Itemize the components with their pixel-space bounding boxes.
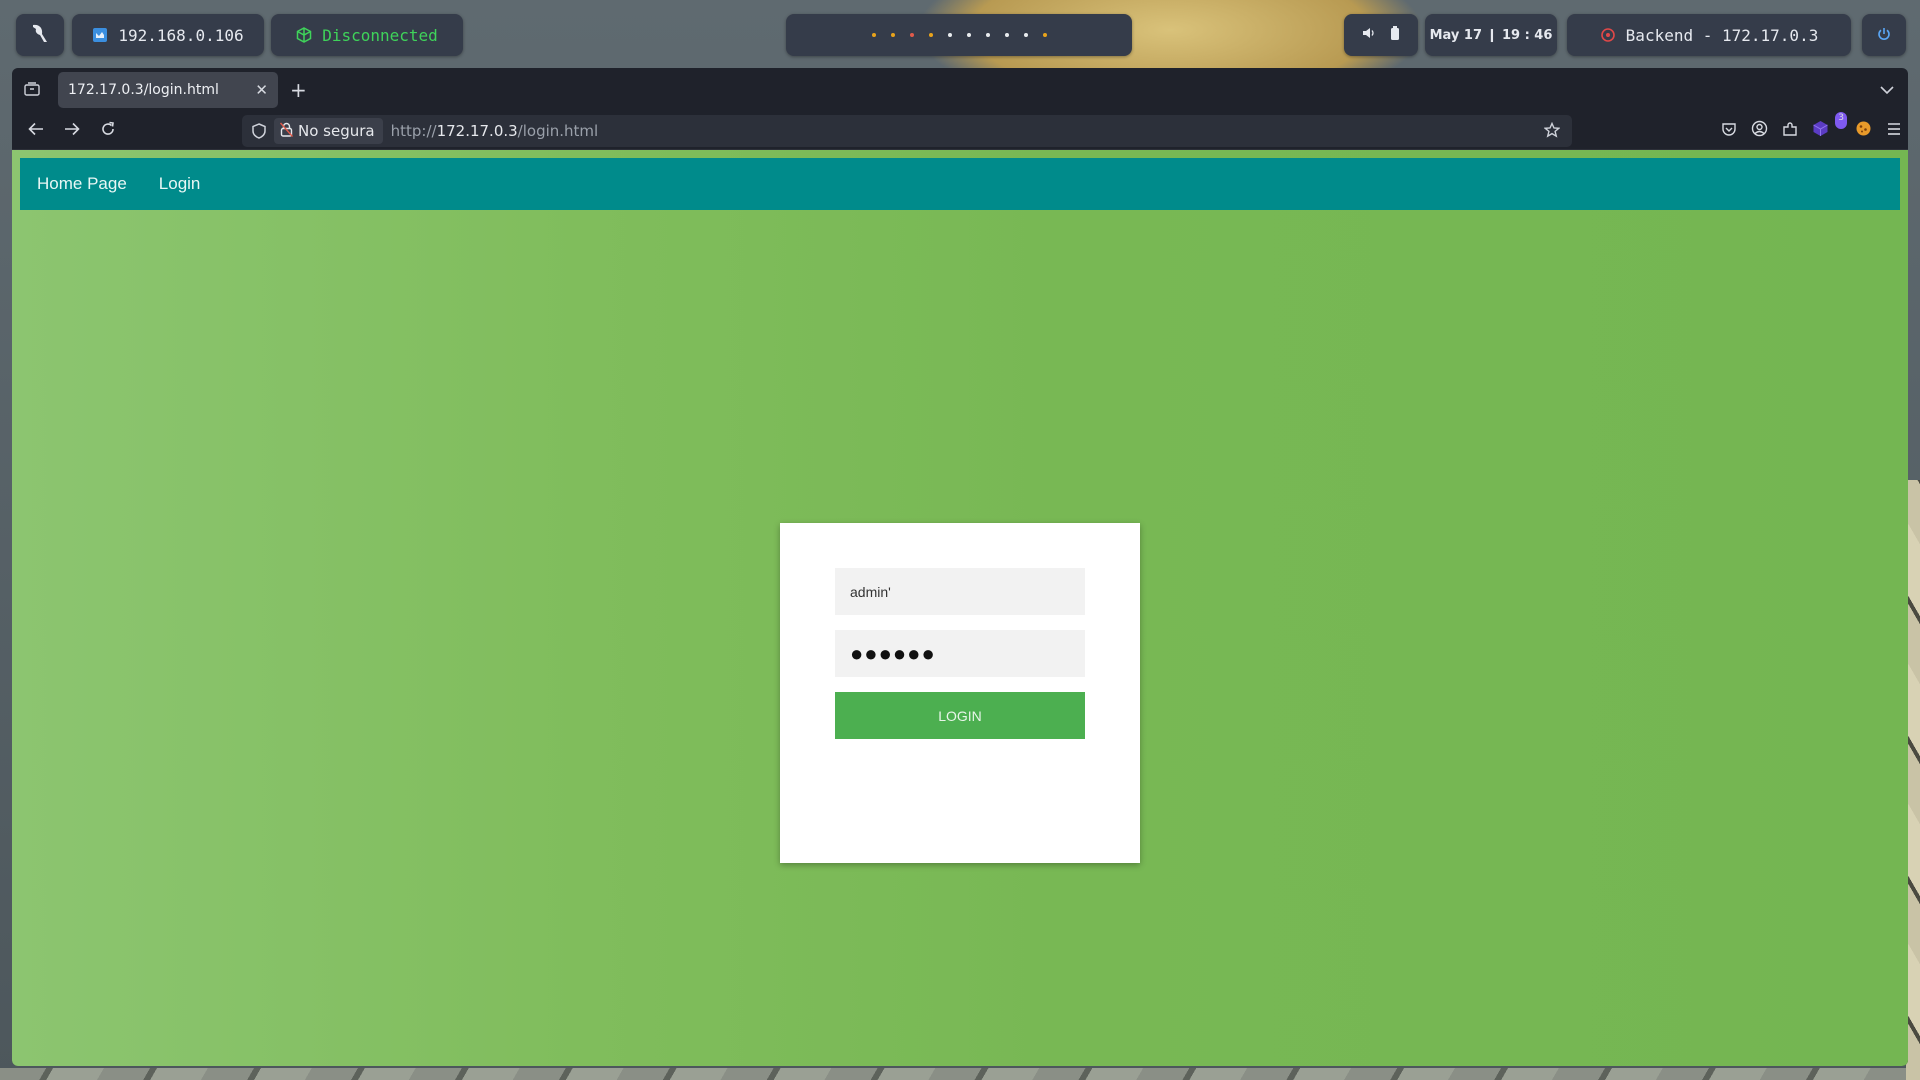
wallpaper-strip-right <box>1906 480 1920 1080</box>
bird-logo-icon <box>30 22 50 48</box>
navigation-toolbar: No segura http://172.17.0.3/login.html 3 <box>12 112 1908 150</box>
target-crosshair-icon <box>1600 27 1616 43</box>
account-icon[interactable] <box>1751 120 1768 137</box>
system-tray[interactable] <box>1344 14 1418 56</box>
new-tab-button[interactable]: + <box>290 78 307 102</box>
back-button[interactable] <box>18 121 54 140</box>
nav-link-login[interactable]: Login <box>159 174 201 194</box>
workspace-dot[interactable] <box>966 33 971 37</box>
workspace-dot[interactable] <box>928 33 933 37</box>
extension-cube-icon[interactable]: 3 <box>1812 112 1847 137</box>
ip-address-text: 192.168.0.106 <box>118 25 244 45</box>
site-security-indicator[interactable]: No segura <box>274 118 383 144</box>
target-widget[interactable]: Backend - 172.17.0.3 <box>1567 14 1851 56</box>
workspace-dot[interactable] <box>947 33 952 37</box>
power-button[interactable] <box>1862 14 1906 56</box>
site-navbar: Home Page Login <box>20 158 1900 210</box>
chevron-down-icon[interactable] <box>1880 80 1894 99</box>
workspace-dot[interactable] <box>909 33 914 37</box>
extension-badge: 3 <box>1835 112 1847 129</box>
ip-address-widget[interactable]: 192.168.0.106 <box>72 14 264 56</box>
pocket-icon[interactable] <box>1721 121 1737 137</box>
vpn-status-text: Disconnected <box>322 25 438 45</box>
arrow-left-icon <box>28 121 44 140</box>
url-host: 172.17.0.3 <box>436 122 518 140</box>
workspace-dot[interactable] <box>1023 33 1028 37</box>
cookie-extension-icon[interactable] <box>1855 120 1872 137</box>
tab-bar: 172.17.0.3/login.html ✕ + <box>12 68 1908 112</box>
wallpaper-strip <box>0 1068 1920 1080</box>
login-form-card: LOGIN <box>780 523 1140 863</box>
security-label: No segura <box>298 122 375 140</box>
workspace-dot[interactable] <box>985 33 990 37</box>
menu-launcher-button[interactable] <box>16 14 64 56</box>
url-prefix: http:// <box>390 122 437 140</box>
browser-window: 172.17.0.3/login.html ✕ + No segura http… <box>12 68 1908 1066</box>
tab-list-icon <box>24 81 40 100</box>
workspace-dot[interactable] <box>871 33 876 37</box>
power-icon <box>1877 26 1891 45</box>
forward-button[interactable] <box>54 121 90 140</box>
workspace-dot[interactable] <box>1004 33 1009 37</box>
close-tab-icon[interactable]: ✕ <box>255 81 268 99</box>
login-button[interactable]: LOGIN <box>835 692 1085 739</box>
username-input[interactable] <box>835 568 1085 615</box>
network-monitor-icon <box>92 27 108 43</box>
hamburger-menu-icon[interactable] <box>1886 122 1902 136</box>
extensions-puzzle-icon[interactable] <box>1782 121 1798 137</box>
page-viewport: Home Page Login LOGIN <box>12 150 1908 1066</box>
clock-text: May 17 ❙ 19 : 46 <box>1429 27 1553 43</box>
tab-title: 172.17.0.3/login.html <box>68 82 219 98</box>
bookmark-star-icon[interactable] <box>1543 121 1561 142</box>
vpn-status-widget[interactable]: Disconnected <box>271 14 463 56</box>
lock-slash-icon <box>279 122 294 141</box>
address-bar[interactable]: No segura http://172.17.0.3/login.html <box>242 115 1572 147</box>
password-input[interactable] <box>835 630 1085 677</box>
workspace-dot[interactable] <box>890 33 895 37</box>
volume-icon[interactable] <box>1362 26 1376 44</box>
url-path: /login.html <box>517 122 599 140</box>
workspace-switcher[interactable] <box>786 14 1132 56</box>
toolbar-icons: 3 <box>1721 112 1902 137</box>
reload-icon <box>100 121 116 141</box>
target-text: Backend - 172.17.0.3 <box>1625 25 1819 45</box>
url-text: http://172.17.0.3/login.html <box>391 122 599 140</box>
tab-list-button[interactable] <box>12 81 52 100</box>
clock-widget[interactable]: May 17 ❙ 19 : 46 <box>1425 14 1557 56</box>
nav-link-home[interactable]: Home Page <box>37 174 127 194</box>
workspace-dot[interactable] <box>1042 33 1047 37</box>
battery-icon[interactable] <box>1390 26 1400 44</box>
shield-icon[interactable] <box>252 123 266 139</box>
reload-button[interactable] <box>90 121 126 141</box>
vpn-cube-icon <box>296 27 312 43</box>
browser-tab-active[interactable]: 172.17.0.3/login.html ✕ <box>58 72 278 108</box>
arrow-right-icon <box>64 121 80 140</box>
